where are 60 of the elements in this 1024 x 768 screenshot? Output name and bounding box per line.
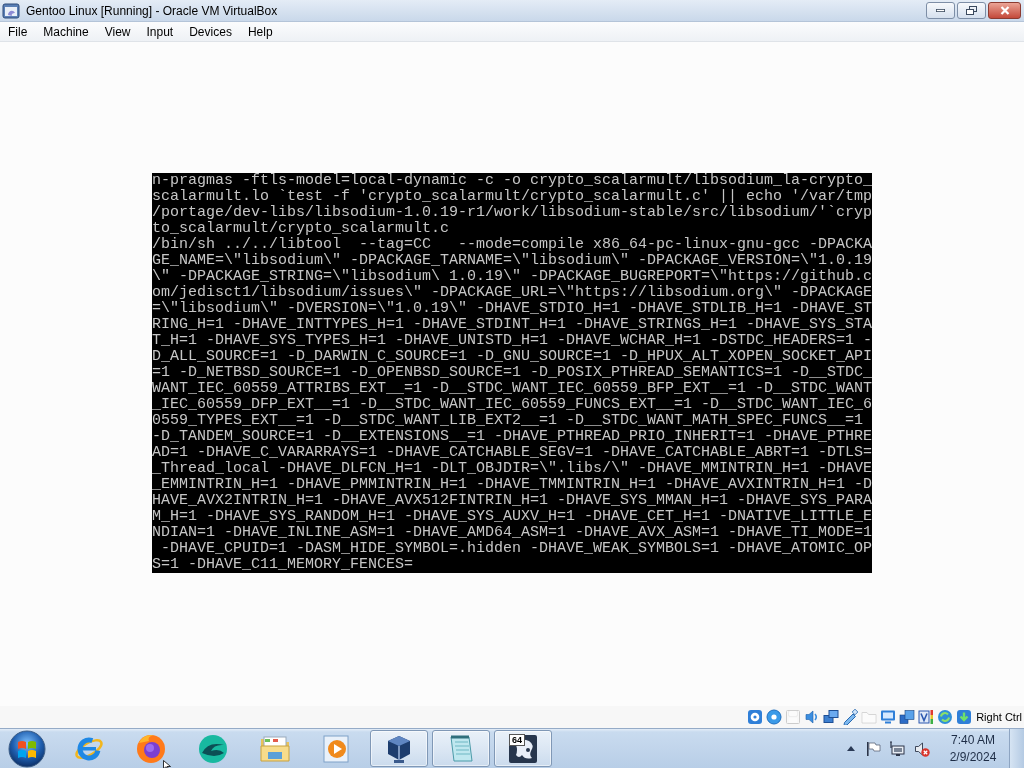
swirl-icon: [197, 732, 229, 765]
chip-meter-icon[interactable]: [918, 709, 935, 725]
menu-item[interactable]: Devices: [181, 22, 240, 41]
terminal-line: GE_NAME=\"libsodium\" -DPACKAGE_TARNAME=\"libsodium\" -DPACKAGE_VERSION=\"1.0.19: [152, 253, 872, 269]
terminal-line: /portage/dev-libs/libsodium-1.0.19-r1/work/libsodium-stable/src/libsodium/'`cryp: [152, 205, 872, 221]
terminal-line: om/jedisct1/libsodium/issues\" -DPACKAGE_URL=\"https://libsodium.org\" -DPACKAGE: [152, 285, 872, 301]
terminal-line: -DHAVE_CPUID=1 -DASM_HIDE_SYMBOL=.hidden -DHAVE_WEAK_SYMBOLS=1 -DHAVE_ATOMIC_OP: [160, 541, 872, 557]
window-title: Gentoo Linux [Running] - Oracle VM VirtualBox: [26, 3, 279, 18]
arrows-circle-icon[interactable]: [937, 709, 954, 725]
terminal-line: 0559_TYPES_EXT__=1 -D__STDC_WANT_LIB_EXT2__=1 -D__STDC_WANT_MATH_SPEC_FUNCS__=1: [152, 413, 865, 429]
restore-button[interactable]: [957, 2, 986, 19]
terminal-line: /bin/sh ../../libtool --tag=CC --mode=compile x86_64-pc-linux-gnu-gcc -DPACKA: [152, 237, 872, 253]
start-orb-icon: [8, 729, 46, 768]
terminal-line: _EMMINTRIN_H=1 -DHAVE_PMMINTRIN_H=1 -DHAVE_TMMINTRIN_H=1 -DHAVE_AVXINTRIN_H=1 -D: [152, 477, 872, 493]
terminal-line: D_ALL_SOURCE=1 -D_DARWIN_C_SOURCE=1 -D_GNU_SOURCE=1 -D_HPUX_ALT_XOPEN_SOCKET_API: [152, 349, 872, 365]
terminal-line: -D_TANDEM_SOURCE=1 -D__EXTENSIONS__=1 -DHAVE_PTHREAD_PRIO_INHERIT=1 -DHAVE_PTHRE: [152, 429, 872, 445]
network-icon[interactable]: [823, 709, 840, 725]
flame-globe-icon: [135, 732, 167, 765]
close-icon: [999, 6, 1010, 15]
speaker-icon[interactable]: [914, 740, 930, 757]
terminal-line: NDIAN=1 -DHAVE_INLINE_ASM=1 -DHAVE_AMD64_ASM=1 -DHAVE_AVX_ASM=1 -DHAVE_TI_MODE=1: [152, 525, 872, 541]
restore-icon: [966, 6, 977, 15]
menu-item[interactable]: Input: [138, 22, 182, 41]
vm-window-icon: [2, 1, 20, 20]
minimize-button[interactable]: [926, 2, 955, 19]
badge-label: 64: [509, 733, 525, 746]
usb-stick-icon[interactable]: [842, 709, 859, 725]
taskbar-button[interactable]: 64: [494, 730, 552, 767]
terminal-line: T_H=1 -DHAVE_SYS_TYPES_H=1 -DHAVE_UNISTD_H=1 -DHAVE_WCHAR_H=1 -DSTDC_HEADERS=1 -: [152, 333, 872, 349]
menu-item[interactable]: View: [96, 22, 139, 41]
host-key-label: Right Ctrl: [976, 711, 1022, 723]
terminal-line: M_H=1 -DHAVE_SYS_RANDOM_H=1 -DHAVE_SYS_AUXV_H=1 -DHAVE_CET_H=1 -DNATIVE_LITTLE_E: [152, 509, 872, 525]
menu-item[interactable]: File: [0, 22, 36, 41]
terminal-line: S=1 -DHAVE_C11_MEMORY_FENCES=: [152, 557, 415, 573]
optical-disc-icon[interactable]: [766, 709, 783, 725]
flag-icon[interactable]: [865, 740, 881, 757]
terminal-line: \" -DPACKAGE_STRING=\"libsodium\ 1.0.19\" -DPACKAGE_BUGREPORT=\"https://github.c: [152, 269, 872, 285]
terminal-line: WANT_IEC_60559_ATTRIBS_EXT__=1 -D__STDC_WANT_IEC_60559_BFP_EXT__=1 -D__STDC_WANT: [152, 381, 872, 397]
taskbar-button[interactable]: [370, 730, 428, 767]
terminal-line: =\"libsodium\" -DVERSION=\"1.0.19\" -DHAVE_STDIO_H=1 -DHAVE_STDLIB_H=1 -DHAVE_ST: [152, 301, 872, 317]
clock-date[interactable]: 2/9/2024: [949, 748, 997, 766]
caret-icon: [847, 746, 855, 751]
terminal-line: scalarmult.lo `test -f 'crypto_scalarmult/crypto_scalarmult.c' || echo '/var/tmp: [152, 189, 872, 205]
terminal-line: =1 -D_NETBSD_SOURCE=1 -D_OPENBSD_SOURCE=1 -D_POSIX_PTHREAD_SEMANTICS=1 -D__STDC_: [152, 365, 872, 381]
close-button[interactable]: [988, 2, 1021, 19]
stacked-windows-icon[interactable]: [899, 709, 916, 725]
minimize-icon: [936, 9, 945, 12]
terminal-line: to_scalarmult/crypto_scalarmult.c: [152, 221, 451, 237]
mouse-pointer-icon: [163, 760, 172, 768]
terminal-line: AD=1 -DHAVE_C_VARARRAYS=1 -DHAVE_CATCHABLE_SEGV=1 -DHAVE_CATCHABLE_ABRT=1 -DTLS=: [152, 445, 872, 461]
menu-item[interactable]: Machine: [35, 22, 97, 41]
monitor-icon[interactable]: [880, 709, 897, 725]
terminal-line: HAVE_AVX2INTRIN_H=1 -DHAVE_AVX512FINTRIN_H=1 -DHAVE_SYS_MMAN_H=1 -DHAVE_SYS_PARA: [152, 493, 872, 509]
terminal-line: RING_H=1 -DHAVE_INTTYPES_H=1 -DHAVE_STDINT_H=1 -DHAVE_STRINGS_H=1 -DHAVE_SYS_STA: [152, 317, 872, 333]
clock-time[interactable]: 7:40 AM: [951, 731, 995, 749]
network-icon[interactable]: [889, 740, 905, 757]
menu-item[interactable]: Help: [239, 22, 281, 41]
terminal-line: n-pragmas -ftls-model=local-dynamic -c -o crypto_scalarmult/libsodium_la-crypto_: [152, 173, 872, 189]
terminal-line: _IEC_60559_DFP_EXT__=1 -D__STDC_WANT_IEC_60559_FUNCS_EXT__=1 -D__STDC_WANT_IEC_6: [152, 397, 872, 413]
terminal-line: _Thread_local -DHAVE_DLFCN_H=1 -DLT_OBJDIR=\".libs/\" -DHAVE_MMINTRIN_H=1 -DHAVE: [152, 461, 872, 477]
